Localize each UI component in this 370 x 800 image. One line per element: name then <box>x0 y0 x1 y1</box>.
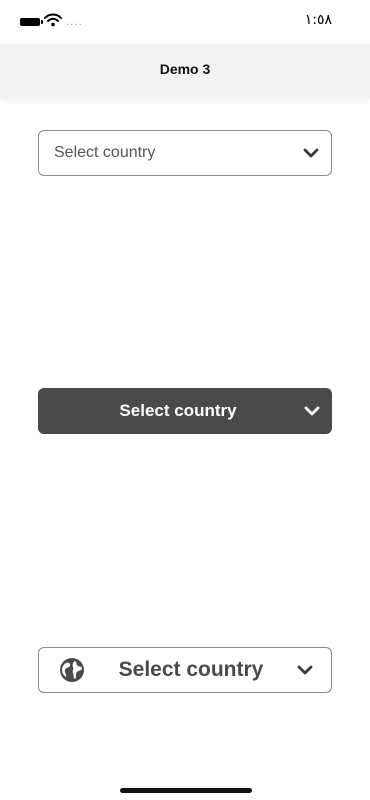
chevron-down-icon <box>304 406 320 416</box>
battery-icon <box>20 18 43 26</box>
globe-icon <box>59 657 85 683</box>
dropdown-label: Select country <box>118 658 264 681</box>
wifi-icon <box>44 13 62 27</box>
status-time: ١:٥٨ <box>304 12 332 28</box>
country-dropdown-dark[interactable]: Select country <box>38 388 332 434</box>
home-indicator[interactable] <box>120 788 252 793</box>
chevron-down-icon <box>303 148 319 158</box>
dropdown-label: Select country <box>119 401 237 420</box>
country-dropdown-outlined[interactable]: Select country <box>38 130 332 176</box>
page-title: Demo 3 <box>159 61 211 77</box>
country-dropdown-globe[interactable]: Select country <box>38 647 332 693</box>
navigation-bar: Demo 3 <box>0 44 370 98</box>
dropdown-label: Select country <box>54 144 156 161</box>
signal-indicator: .... <box>66 17 83 28</box>
status-bar: .... ١:٥٨ <box>0 0 370 44</box>
chevron-down-icon <box>297 665 313 675</box>
